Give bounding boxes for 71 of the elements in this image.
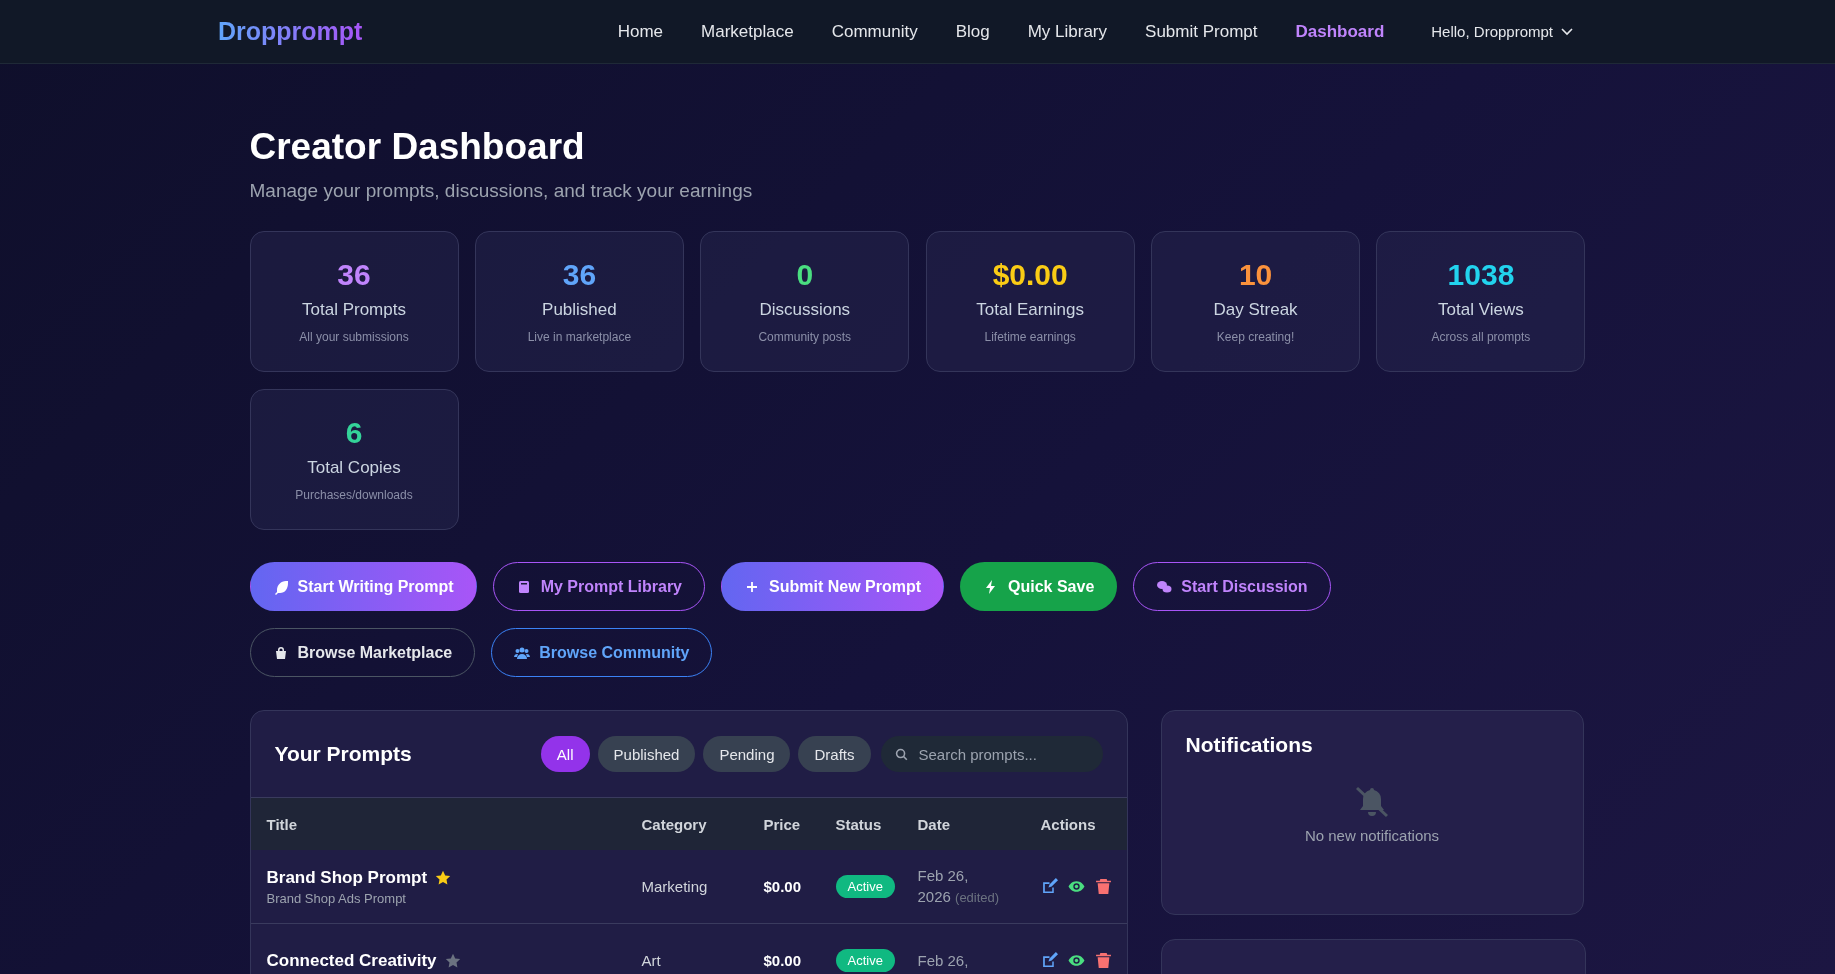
stat-value: 10 [1238, 258, 1273, 292]
prompt-subtitle: Brand Shop Ads Prompt [266, 890, 407, 906]
stat-value: 0 [796, 258, 814, 292]
stat-caption: All your submissions [299, 330, 409, 344]
bell-off-icon [1354, 785, 1390, 819]
action-button[interactable]: Start Writing Prompt [249, 562, 477, 611]
prompt-title[interactable]: Connected Creativity [266, 950, 437, 971]
nav-link[interactable]: Home [598, 21, 683, 42]
nav-link[interactable]: Marketplace [682, 21, 813, 42]
filter-chip[interactable]: Published [597, 736, 696, 772]
user-menu[interactable]: Hello, Dropprompt [1425, 22, 1579, 41]
action-button[interactable]: Submit New Prompt [721, 562, 945, 611]
star-icon[interactable] [435, 869, 452, 886]
stat-value: 36 [337, 258, 371, 292]
search-field[interactable]: Search prompts... [880, 736, 1103, 772]
filter-chip[interactable]: Drafts [798, 736, 871, 772]
stat-label: Total Views [1438, 300, 1524, 320]
eye-icon[interactable] [1067, 952, 1085, 969]
stat-value: 6 [345, 416, 363, 450]
nav-link[interactable]: Submit Prompt [1126, 21, 1277, 42]
page-title: Creator Dashboard [249, 126, 586, 168]
panel-title: Notifications [1185, 733, 1313, 757]
filter-chip[interactable]: Pending [703, 736, 791, 772]
star-icon[interactable] [444, 952, 461, 969]
edited-note: (edited) [955, 890, 1000, 906]
prompt-title[interactable]: Brand Shop Prompt [266, 867, 428, 888]
stat-label: Published [542, 300, 617, 320]
edit-icon[interactable] [1040, 878, 1058, 895]
nav-link[interactable]: Blog [936, 21, 1009, 42]
edit-icon[interactable] [1040, 952, 1058, 969]
stat-value: $0.00 [992, 258, 1068, 292]
category-cell-text: Marketing [641, 878, 709, 895]
price-cell-text: $0.00 [763, 952, 803, 969]
column-header: Date [917, 815, 951, 833]
stat-label: Discussions [759, 300, 851, 320]
column-header: Actions [1040, 815, 1097, 833]
stat-label: Day Streak [1213, 300, 1298, 320]
stat-caption: Purchases/downloads [295, 488, 413, 502]
nav-link[interactable]: My Library [1008, 21, 1127, 42]
panel-title: Your Prompts [274, 742, 412, 766]
nav-link[interactable]: Dashboard [1276, 21, 1404, 42]
page-subtitle: Manage your prompts, discussions, and track your earnings [249, 180, 754, 202]
stat-label: Total Earnings [976, 300, 1085, 320]
stat-value: 1038 [1447, 258, 1515, 292]
column-header: Status [835, 815, 883, 833]
trash-icon[interactable] [1094, 952, 1112, 969]
date-text: Feb 26, [917, 867, 969, 885]
status-badge: Active [835, 949, 895, 972]
stat-label: Total Prompts [302, 300, 406, 320]
price-cell-text: $0.00 [763, 878, 803, 895]
stat-caption: Across all prompts [1431, 330, 1531, 344]
stat-caption: Live in marketplace [527, 330, 632, 344]
status-badge: Active [835, 875, 895, 898]
stat-caption: Community posts [758, 330, 852, 344]
stat-value: 36 [562, 258, 597, 292]
trash-icon[interactable] [1094, 878, 1112, 895]
stat-label: Total Copies [307, 458, 401, 478]
nav-link[interactable]: Community [812, 21, 937, 42]
category-cell-text: Art [641, 952, 662, 969]
chat-bubbles-icon [1156, 578, 1173, 595]
chevron-down-icon [1561, 27, 1573, 36]
date-text: 2026 [917, 888, 951, 906]
column-header: Category [641, 815, 708, 833]
stat-caption: Lifetime earnings [984, 330, 1076, 344]
column-header: Title [266, 815, 299, 833]
filter-chip[interactable]: All [540, 736, 590, 772]
date-text: Feb 26, [917, 952, 969, 969]
empty-message: No new notifications [1304, 827, 1440, 844]
eye-icon[interactable] [1067, 878, 1085, 895]
column-header: Price [763, 815, 802, 833]
stat-caption: Keep creating! [1216, 330, 1295, 344]
